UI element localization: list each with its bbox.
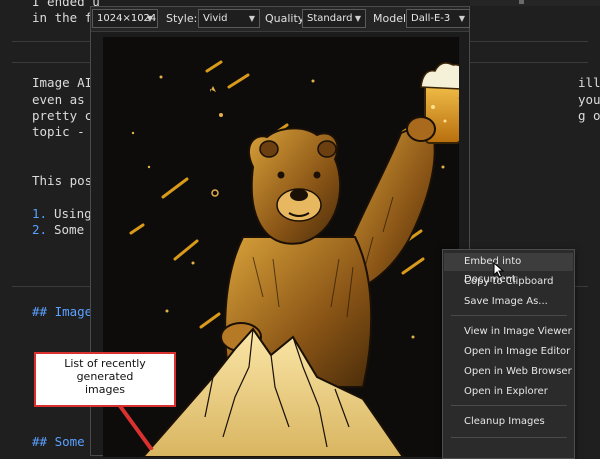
chevron-down-icon: ▼ — [146, 14, 153, 23]
scrollbar-thumb[interactable] — [519, 0, 524, 4]
markdown-heading: ## Image — [32, 304, 93, 319]
image-toolbar: 1024×1024 ▼ Style: Vivid ▼ Quality: Stan… — [91, 7, 470, 32]
menu-item-open-in-image-editor[interactable]: Open in Image Editor — [444, 343, 573, 361]
image-context-menu: Embed into Document Copy to Clipboard Sa… — [442, 249, 575, 459]
title-strip — [470, 0, 600, 6]
quality-select[interactable]: Standard ▼ — [302, 9, 366, 28]
chevron-down-icon: ▼ — [458, 14, 465, 23]
list-item: Using — [54, 206, 92, 221]
menu-item-view-in-image-viewer[interactable]: View in Image Viewer — [444, 323, 573, 341]
editor-line-tail: you — [578, 92, 600, 107]
callout-text: List of recently — [64, 357, 146, 370]
menu-item-copy-to-clipboard[interactable]: Copy to Clipboard — [444, 273, 573, 291]
style-value: Vivid — [203, 13, 228, 24]
quality-label: Quality: — [265, 12, 308, 25]
callout-arrow-icon — [118, 404, 154, 450]
menu-separator — [451, 437, 567, 438]
menu-item-cleanup-images[interactable]: Cleanup Images — [444, 413, 573, 431]
menu-item-save-image-as[interactable]: Save Image As... — [444, 293, 573, 311]
menu-item-open-in-web-browser[interactable]: Open in Web Browser — [444, 363, 573, 381]
menu-separator — [451, 405, 567, 406]
chevron-down-icon: ▼ — [248, 14, 255, 23]
style-select[interactable]: Vivid ▼ — [198, 9, 260, 28]
menu-item-embed-into-document[interactable]: Embed into Document — [444, 253, 573, 285]
menu-item-open-in-explorer[interactable]: Open in Explorer — [444, 383, 573, 401]
callout-text: images — [85, 383, 125, 396]
mouse-pointer-icon — [493, 262, 505, 278]
model-select[interactable]: Dall-E-3 ▼ — [406, 9, 470, 28]
model-value: Dall-E-3 — [411, 13, 451, 24]
menu-separator — [451, 315, 567, 316]
quality-value: Standard — [307, 13, 353, 24]
callout-text: generated — [76, 370, 134, 383]
annotation-callout: List of recently generated images — [34, 352, 176, 407]
editor-line-tail: ill — [578, 75, 600, 90]
image-size-select[interactable]: 1024×1024 ▼ — [92, 9, 158, 28]
chevron-down-icon: ▼ — [354, 14, 361, 23]
list-number: 2. — [32, 222, 48, 237]
model-label: Model: — [373, 12, 410, 25]
editor-line-tail: g o — [578, 108, 600, 123]
style-label: Style: — [166, 12, 198, 25]
list-number: 1. — [32, 206, 48, 221]
